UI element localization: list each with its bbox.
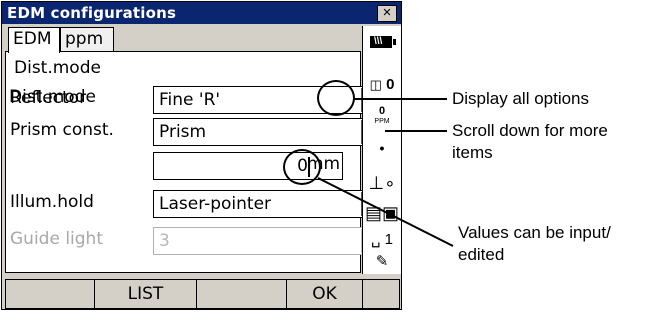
callout-scroll-down: Scroll down for more items — [452, 121, 608, 162]
tab-edm[interactable]: EDM — [8, 27, 60, 53]
callout-values-input: Values can be input/ edited — [458, 223, 611, 264]
callout-display-options: Display all options — [452, 89, 590, 108]
